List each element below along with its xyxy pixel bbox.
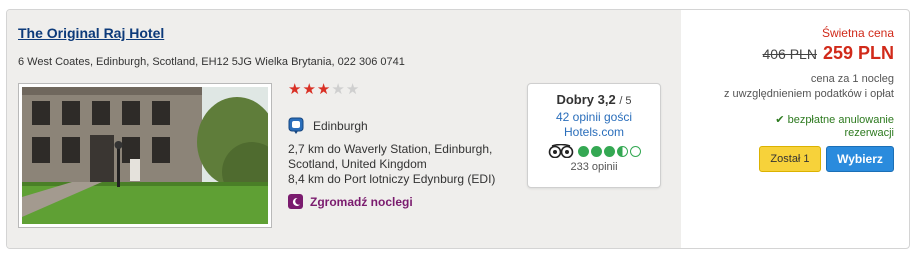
- price-block: 406 PLN 259 PLN: [762, 43, 894, 64]
- star-icon: ★: [288, 81, 303, 98]
- pricing-panel: Świetna cena 406 PLN 259 PLN cena za 1 n…: [681, 10, 909, 248]
- star-empty-icon: ★: [345, 81, 361, 98]
- rating-label: Dobry 3,2: [556, 92, 616, 107]
- tripadvisor-review-count: 233 opinii: [570, 161, 618, 173]
- rooms-left-button[interactable]: Został 1: [759, 146, 821, 172]
- collect-nights-label: Zgromadź noclegi: [310, 194, 413, 209]
- distance-airport: 8,4 km do Port lotniczy Edynburg (EDI): [288, 172, 496, 186]
- bubble-full-icon: [590, 145, 602, 157]
- hotel-result-card: The Original Raj Hotel 6 West Coates, Ed…: [6, 9, 910, 249]
- guest-reviews-link[interactable]: 42 opinii gości Hotels.com: [528, 110, 660, 140]
- star-icon: ★: [302, 81, 317, 98]
- price-note-taxes: z uwzględnieniem podatków i opłat: [724, 88, 894, 100]
- bubble-empty-icon: [629, 145, 641, 157]
- cancellation-line-2: rezerwacji: [844, 127, 894, 139]
- bubble-full-icon: [577, 145, 589, 157]
- current-price: 259 PLN: [822, 43, 894, 63]
- guest-reviews-count: 42 opinii gości: [555, 110, 633, 124]
- hotel-photo[interactable]: [18, 83, 272, 228]
- free-cancellation: ✔ bezpłatne anulowanie rezerwacji: [775, 114, 894, 140]
- guest-rating: Dobry 3,2 / 5: [528, 92, 660, 107]
- price-note-per-night: cena za 1 nocleg: [810, 73, 894, 85]
- checkmark-icon: ✔: [775, 114, 788, 126]
- star-icon: ★: [316, 81, 332, 98]
- tripadvisor-owl-icon: [548, 144, 573, 158]
- rating-max: / 5: [619, 95, 632, 107]
- map-pin-icon: [288, 117, 304, 134]
- hotel-address: 6 West Coates, Edinburgh, Scotland, EH12…: [18, 56, 405, 68]
- star-rating: ★★★★★: [288, 80, 360, 98]
- location: Edinburgh: [288, 117, 368, 135]
- old-price: 406 PLN: [762, 46, 817, 62]
- rating-bubbles: [577, 145, 641, 157]
- hotel-name-link[interactable]: The Original Raj Hotel: [18, 25, 164, 41]
- hotel-details-panel: The Original Raj Hotel 6 West Coates, Ed…: [7, 10, 681, 248]
- price-note: cena za 1 nocleg z uwzględnieniem podatk…: [724, 72, 894, 102]
- deal-badge: Świetna cena: [821, 26, 894, 40]
- collect-nights-link[interactable]: Zgromadź noclegi: [288, 194, 413, 209]
- select-button[interactable]: Wybierz: [826, 146, 894, 172]
- distance-info: 2,7 km do Waverly Station, Edinburgh, Sc…: [288, 142, 518, 187]
- distance-station: 2,7 km do Waverly Station, Edinburgh, Sc…: [288, 142, 493, 171]
- cancellation-line-1: bezpłatne anulowanie: [787, 114, 894, 126]
- bubble-full-icon: [603, 145, 615, 157]
- bubble-half-icon: [616, 145, 628, 157]
- moon-icon: [288, 194, 303, 209]
- tripadvisor-rating[interactable]: [528, 144, 660, 158]
- review-box: Dobry 3,2 / 5 42 opinii gości Hotels.com: [527, 83, 661, 188]
- location-name: Edinburgh: [313, 119, 368, 133]
- review-source: Hotels.com: [563, 125, 625, 139]
- star-empty-icon: ★: [331, 81, 346, 98]
